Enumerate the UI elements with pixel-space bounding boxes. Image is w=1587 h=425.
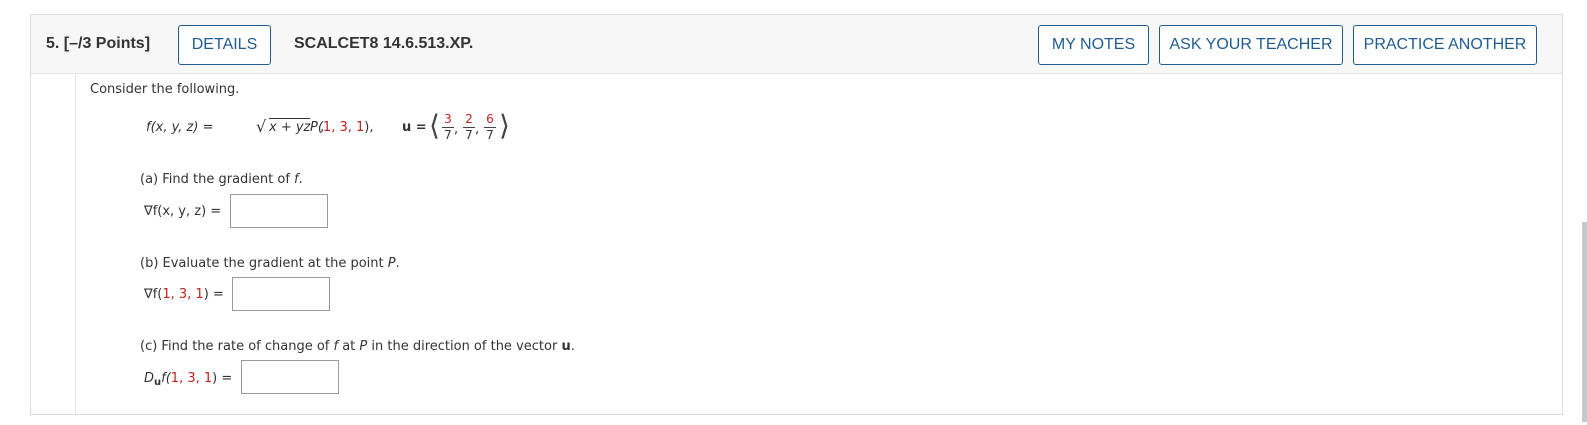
page-scrollbar[interactable] [1582, 222, 1587, 422]
problem-intro: Consider the following. [90, 82, 240, 97]
question-header: 5. [–/3 Points] DETAILS SCALCET8 14.6.51… [31, 15, 1562, 74]
details-button[interactable]: DETAILS [178, 25, 271, 65]
part-a-label: ∇f(x, y, z) = [144, 204, 222, 219]
u-comma-1: , [454, 122, 459, 137]
gradient-at-point-answer-input[interactable] [232, 277, 330, 311]
ask-your-teacher-button[interactable]: ASK YOUR TEACHER [1159, 25, 1343, 65]
part-b-label: ∇f(1, 3, 1) = [144, 287, 224, 302]
angle-bracket-open: ⟨ [429, 109, 440, 142]
point-values: 1, 3, 1 [322, 120, 365, 135]
function-radicand: x + yz [269, 118, 311, 135]
function-lhs: f(x, y, z) = [146, 120, 214, 135]
question-id: SCALCET8 14.6.513.XP. [294, 35, 474, 52]
u-component-3: 67 [484, 113, 496, 142]
practice-another-button[interactable]: PRACTICE ANOTHER [1353, 25, 1537, 65]
part-c-prompt: (c) Find the rate of change of f at P in… [140, 339, 575, 354]
u-component-1: 37 [442, 113, 454, 142]
point-lhs: P(1, 3, 1), [310, 120, 374, 135]
angle-bracket-close: ⟩ [499, 109, 510, 142]
part-c-label: Duf(1, 3, 1) = [144, 371, 233, 388]
sqrt-symbol: √ [256, 117, 267, 136]
u-comma-2: , [475, 122, 480, 137]
question-card: 5. [–/3 Points] DETAILS SCALCET8 14.6.51… [30, 14, 1563, 415]
u-component-2: 27 [463, 113, 475, 142]
gradient-answer-input[interactable] [230, 194, 328, 228]
question-number: 5. [–/3 Points] [46, 35, 151, 52]
vector-u-label: u = [402, 120, 427, 135]
directional-derivative-answer-input[interactable] [241, 360, 339, 394]
question-body: Consider the following. f(x, y, z) = √ x… [75, 73, 1562, 414]
part-a-prompt: (a) Find the gradient of f. [140, 172, 303, 187]
my-notes-button[interactable]: MY NOTES [1038, 25, 1149, 65]
part-b-prompt: (b) Evaluate the gradient at the point P… [140, 256, 400, 271]
